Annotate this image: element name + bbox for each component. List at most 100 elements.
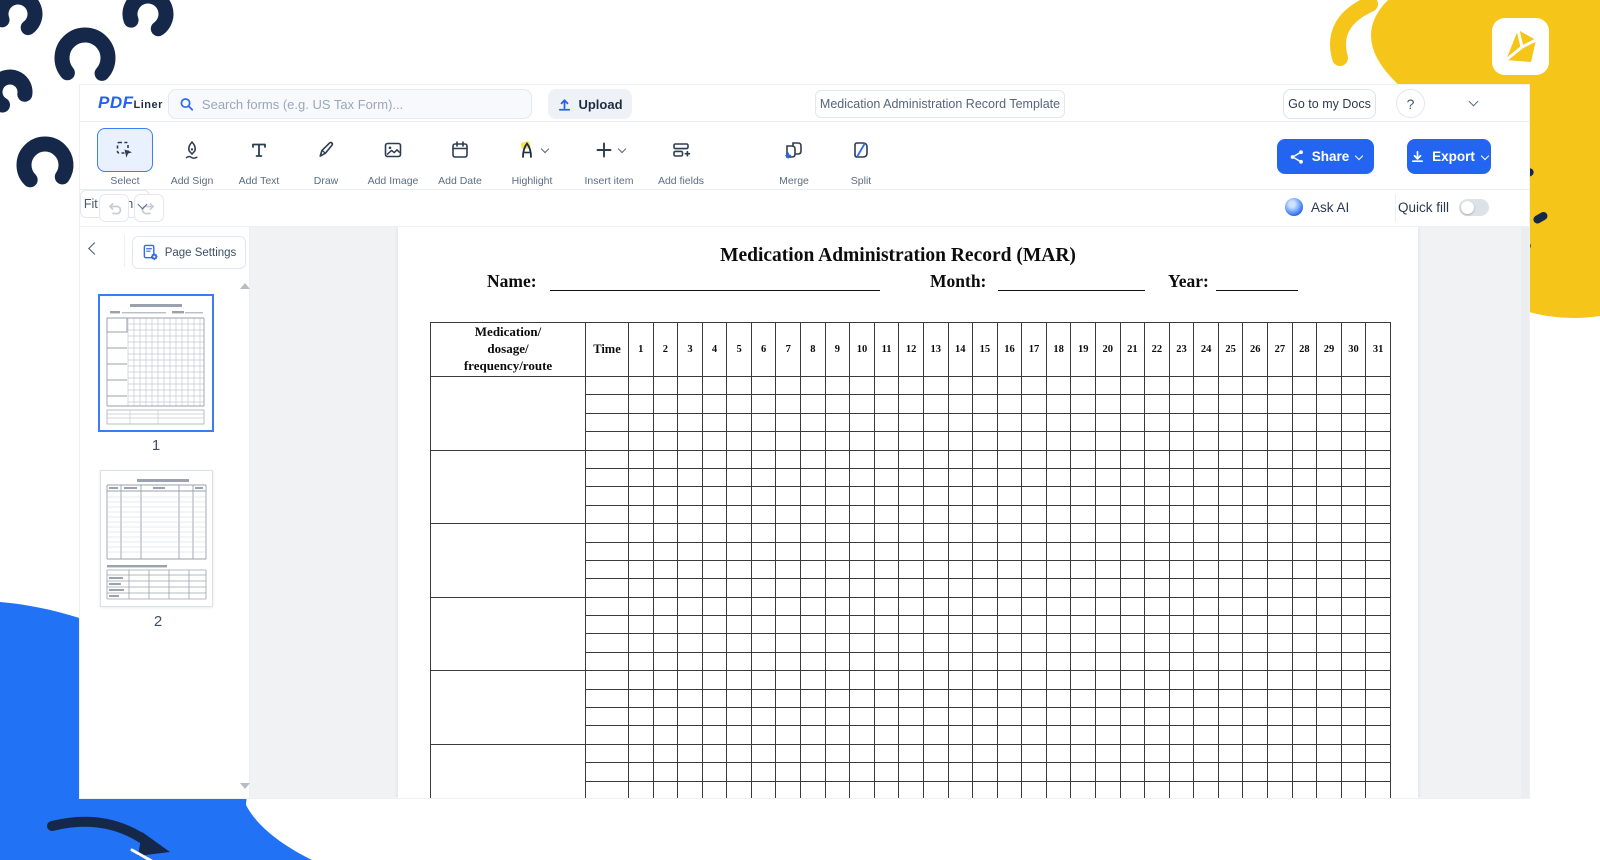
day-cell[interactable] bbox=[800, 670, 826, 690]
day-cell[interactable] bbox=[898, 467, 924, 488]
day-cell[interactable] bbox=[1365, 541, 1391, 561]
day-cell[interactable] bbox=[1291, 596, 1318, 617]
day-cell[interactable] bbox=[1021, 578, 1047, 598]
day-cell[interactable] bbox=[1242, 725, 1269, 745]
day-cell[interactable] bbox=[1365, 743, 1391, 764]
day-cell[interactable] bbox=[1217, 467, 1244, 488]
day-cell[interactable] bbox=[873, 541, 900, 561]
day-cell[interactable] bbox=[775, 725, 802, 745]
day-cell[interactable] bbox=[1193, 449, 1219, 469]
tool-add-date[interactable]: Add Date bbox=[432, 128, 488, 187]
day-cell[interactable] bbox=[849, 670, 875, 690]
day-cell[interactable] bbox=[1168, 743, 1195, 764]
day-cell[interactable] bbox=[677, 707, 703, 727]
day-cell[interactable] bbox=[824, 670, 851, 690]
day-cell[interactable] bbox=[1021, 688, 1047, 709]
day-cell[interactable] bbox=[775, 431, 802, 451]
day-cell[interactable] bbox=[1316, 578, 1342, 598]
day-cell[interactable] bbox=[1193, 431, 1219, 451]
day-cell[interactable] bbox=[873, 449, 900, 469]
day-cell[interactable] bbox=[1045, 725, 1072, 745]
day-cell[interactable] bbox=[1242, 707, 1269, 727]
day-cell[interactable] bbox=[1144, 633, 1170, 653]
time-cell[interactable] bbox=[585, 670, 629, 690]
day-cell[interactable] bbox=[972, 633, 998, 653]
day-cell[interactable] bbox=[1021, 559, 1047, 580]
day-cell[interactable] bbox=[800, 633, 826, 653]
day-cell[interactable] bbox=[1119, 651, 1146, 672]
day-cell[interactable] bbox=[1021, 412, 1047, 433]
day-cell[interactable] bbox=[824, 578, 851, 598]
day-cell[interactable] bbox=[1217, 523, 1244, 543]
day-cell[interactable] bbox=[824, 596, 851, 617]
day-cell[interactable] bbox=[750, 596, 777, 617]
day-cell[interactable] bbox=[677, 541, 703, 561]
day-cell[interactable] bbox=[652, 449, 679, 469]
day-cell[interactable] bbox=[1242, 762, 1269, 782]
quick-fill-toggle[interactable] bbox=[1459, 199, 1490, 216]
day-cell[interactable] bbox=[972, 559, 998, 580]
day-cell[interactable] bbox=[873, 486, 900, 506]
day-cell[interactable] bbox=[996, 559, 1023, 580]
day-cell[interactable] bbox=[1021, 762, 1047, 782]
day-cell[interactable] bbox=[1217, 651, 1244, 672]
day-cell[interactable] bbox=[1193, 651, 1219, 672]
day-cell[interactable] bbox=[1168, 578, 1195, 598]
day-cell[interactable] bbox=[898, 412, 924, 433]
day-cell[interactable] bbox=[1193, 412, 1219, 433]
day-cell[interactable] bbox=[898, 523, 924, 543]
day-cell[interactable] bbox=[922, 467, 949, 488]
day-cell[interactable] bbox=[922, 559, 949, 580]
day-cell[interactable] bbox=[1193, 486, 1219, 506]
day-cell[interactable] bbox=[726, 467, 752, 488]
day-cell[interactable] bbox=[1094, 615, 1121, 635]
day-cell[interactable] bbox=[849, 780, 875, 798]
day-cell[interactable] bbox=[1217, 578, 1244, 598]
day-cell[interactable] bbox=[1021, 615, 1047, 635]
sidebar-collapse-icon[interactable] bbox=[88, 242, 101, 255]
day-cell[interactable] bbox=[1291, 375, 1318, 396]
day-cell[interactable] bbox=[775, 762, 802, 782]
day-cell[interactable] bbox=[947, 633, 974, 653]
day-cell[interactable] bbox=[701, 431, 728, 451]
day-cell[interactable] bbox=[1316, 449, 1342, 469]
day-cell[interactable] bbox=[1291, 523, 1318, 543]
day-cell[interactable] bbox=[701, 780, 728, 798]
day-cell[interactable] bbox=[800, 651, 826, 672]
day-cell[interactable] bbox=[1365, 559, 1391, 580]
day-cell[interactable] bbox=[1045, 523, 1072, 543]
day-cell[interactable] bbox=[775, 670, 802, 690]
day-cell[interactable] bbox=[652, 578, 679, 598]
day-cell[interactable] bbox=[947, 504, 974, 525]
day-cell[interactable] bbox=[947, 725, 974, 745]
day-cell[interactable] bbox=[873, 780, 900, 798]
day-cell[interactable] bbox=[1193, 688, 1219, 709]
day-cell[interactable] bbox=[800, 486, 826, 506]
day-cell[interactable] bbox=[1242, 523, 1269, 543]
sidebar-scroll-up-icon[interactable] bbox=[240, 283, 250, 289]
day-cell[interactable] bbox=[873, 504, 900, 525]
day-cell[interactable] bbox=[873, 412, 900, 433]
day-cell[interactable] bbox=[1168, 523, 1195, 543]
day-cell[interactable] bbox=[800, 762, 826, 782]
time-cell[interactable] bbox=[585, 633, 629, 653]
day-cell[interactable] bbox=[750, 725, 777, 745]
day-cell[interactable] bbox=[996, 394, 1023, 414]
day-cell[interactable] bbox=[701, 412, 728, 433]
day-cell[interactable] bbox=[1119, 725, 1146, 745]
day-cell[interactable] bbox=[898, 375, 924, 396]
day-cell[interactable] bbox=[1365, 707, 1391, 727]
day-cell[interactable] bbox=[849, 412, 875, 433]
day-cell[interactable] bbox=[898, 486, 924, 506]
day-cell[interactable] bbox=[652, 559, 679, 580]
day-cell[interactable] bbox=[1094, 633, 1121, 653]
day-cell[interactable] bbox=[1045, 578, 1072, 598]
day-cell[interactable] bbox=[873, 743, 900, 764]
day-cell[interactable] bbox=[652, 431, 679, 451]
day-cell[interactable] bbox=[824, 743, 851, 764]
day-cell[interactable] bbox=[1267, 707, 1293, 727]
day-cell[interactable] bbox=[1267, 725, 1293, 745]
day-cell[interactable] bbox=[873, 394, 900, 414]
day-cell[interactable] bbox=[1168, 486, 1195, 506]
day-cell[interactable] bbox=[1070, 375, 1096, 396]
